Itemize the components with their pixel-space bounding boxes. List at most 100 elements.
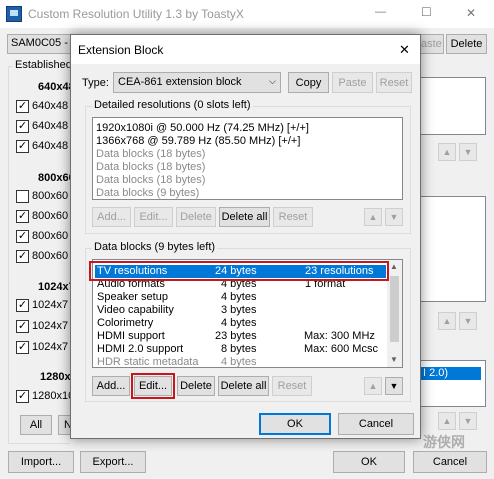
data-block-row[interactable]: HDR static metadata 4 bytes bbox=[93, 356, 402, 369]
right-down-icon-1[interactable]: ▼ bbox=[459, 143, 477, 161]
detailed-edit-button[interactable]: Edit... bbox=[134, 207, 173, 227]
detailed-item-5: Data blocks (18 bytes) bbox=[96, 174, 206, 186]
checkbox-1024-3[interactable]: ✓ bbox=[16, 341, 29, 354]
checkbox-label-800-3: 800x60 bbox=[32, 230, 69, 242]
scroll-up-icon[interactable]: ▲ bbox=[390, 262, 398, 271]
right-list-1[interactable] bbox=[421, 77, 486, 135]
right-up-icon-1[interactable]: ▲ bbox=[438, 143, 456, 161]
data-blocks-add-button[interactable]: Add... bbox=[92, 376, 130, 396]
detailed-item-3: Data blocks (18 bytes) bbox=[96, 148, 206, 160]
detailed-delete-button[interactable]: Delete bbox=[176, 207, 216, 227]
main-delete-button[interactable]: Delete bbox=[446, 34, 487, 54]
import-button[interactable]: Import... bbox=[8, 451, 74, 473]
data-block-row[interactable]: Video capability 3 bytes bbox=[93, 304, 402, 317]
detailed-add-button[interactable]: Add... bbox=[92, 207, 131, 227]
checkbox-1024-1[interactable]: ✓ bbox=[16, 299, 29, 312]
checkbox-640-2[interactable]: ✓ bbox=[16, 120, 29, 133]
list-item[interactable]: Data blocks (18 bytes) bbox=[93, 161, 402, 174]
data-block-bytes: 4 bytes bbox=[221, 356, 257, 368]
close-window-icon[interactable]: ✕ bbox=[466, 6, 476, 20]
checkbox-640-1[interactable]: ✓ bbox=[16, 100, 29, 113]
established-label: Established bbox=[13, 59, 74, 71]
checkbox-label-1024-3: 1024x7 bbox=[32, 341, 69, 353]
main-cancel-button[interactable]: Cancel bbox=[413, 451, 487, 473]
right-list-3[interactable]: I 2.0) bbox=[421, 360, 486, 407]
main-window-title: Custom Resolution Utility 1.3 by ToastyX bbox=[28, 7, 244, 21]
list-item[interactable]: Data blocks (18 bytes) bbox=[93, 148, 402, 161]
checkbox-label-1280-1: 1280x10 bbox=[32, 390, 75, 402]
detailed-item-1: 1920x1080i @ 50.000 Hz (74.25 MHz) [+/+] bbox=[96, 122, 309, 134]
export-button[interactable]: Export... bbox=[80, 451, 146, 473]
detailed-resolutions-title: Detailed resolutions (0 slots left) bbox=[92, 99, 253, 111]
scroll-thumb[interactable] bbox=[390, 276, 399, 342]
all-button[interactable]: All bbox=[20, 415, 52, 435]
data-block-info: Max: 300 MHz bbox=[304, 330, 375, 342]
detailed-item-6: Data blocks (9 bytes) bbox=[96, 187, 200, 199]
detailed-reset-button[interactable]: Reset bbox=[273, 207, 313, 227]
data-blocks-down-icon[interactable]: ▼ bbox=[385, 377, 403, 395]
right-down-icon-3[interactable]: ▼ bbox=[459, 412, 477, 430]
chevron-down-icon: ⌵ bbox=[269, 76, 276, 86]
data-blocks-delete-button[interactable]: Delete bbox=[177, 376, 215, 396]
right-list-selected-text: I 2.0) bbox=[423, 367, 449, 379]
data-block-bytes: 3 bytes bbox=[221, 304, 257, 316]
list-item[interactable]: Data blocks (9 bytes) bbox=[93, 187, 402, 200]
data-block-name: Speaker setup bbox=[97, 291, 168, 303]
monitor-select-value: SAM0C05 - S bbox=[11, 37, 73, 49]
data-block-row[interactable]: Speaker setup 4 bytes bbox=[93, 291, 402, 304]
copy-button[interactable]: Copy bbox=[288, 72, 329, 93]
detailed-up-icon[interactable]: ▲ bbox=[364, 208, 382, 226]
detailed-delete-all-button[interactable]: Delete all bbox=[219, 207, 270, 227]
app-icon bbox=[6, 6, 22, 22]
checkbox-label-640-1: 640x48 bbox=[32, 100, 69, 112]
checkbox-1280-1[interactable]: ✓ bbox=[16, 390, 29, 403]
paste-button[interactable]: Paste bbox=[332, 72, 373, 93]
detailed-resolutions-list[interactable]: 1920x1080i @ 50.000 Hz (74.25 MHz) [+/+]… bbox=[92, 117, 403, 200]
data-blocks-scrollbar[interactable]: ▲ ▼ bbox=[387, 260, 402, 367]
data-blocks-title: Data blocks (9 bytes left) bbox=[92, 241, 218, 253]
data-block-row[interactable]: HDMI support 23 bytes Max: 300 MHz bbox=[93, 330, 402, 343]
dialog-close-icon[interactable]: ✕ bbox=[399, 42, 410, 58]
list-item[interactable]: 1366x768 @ 59.789 Hz (85.50 MHz) [+/+] bbox=[93, 135, 402, 148]
watermark-logo: 游侠网 bbox=[423, 434, 465, 450]
checkbox-800-2[interactable]: ✓ bbox=[16, 210, 29, 223]
list-item[interactable]: Data blocks (18 bytes) bbox=[93, 174, 402, 187]
checkbox-label-800-4: 800x60 bbox=[32, 250, 69, 262]
data-blocks-delete-all-button[interactable]: Delete all bbox=[218, 376, 269, 396]
right-up-icon-2[interactable]: ▲ bbox=[438, 312, 456, 330]
dialog-ok-button[interactable]: OK bbox=[259, 413, 331, 435]
monitor-select[interactable]: SAM0C05 - S bbox=[7, 34, 73, 54]
checkbox-800-4[interactable]: ✓ bbox=[16, 250, 29, 263]
data-block-name: HDMI 2.0 support bbox=[97, 343, 184, 355]
maximize-icon[interactable]: ☐ bbox=[421, 5, 432, 19]
data-blocks-up-icon[interactable]: ▲ bbox=[364, 377, 382, 395]
checkbox-1024-2[interactable]: ✓ bbox=[16, 320, 29, 333]
minimize-icon[interactable]: — bbox=[375, 6, 386, 18]
checkbox-800-3[interactable]: ✓ bbox=[16, 230, 29, 243]
right-list-2[interactable] bbox=[421, 196, 486, 302]
type-select[interactable]: CEA-861 extension block ⌵ bbox=[113, 72, 281, 93]
list-item[interactable]: 1920x1080i @ 50.000 Hz (74.25 MHz) [+/+] bbox=[93, 122, 402, 135]
main-ok-button[interactable]: OK bbox=[333, 451, 405, 473]
data-block-name: HDR static metadata bbox=[97, 356, 199, 368]
extension-block-dialog: Extension Block ✕ Type: CEA-861 extensio… bbox=[70, 34, 421, 439]
checkbox-label-800-1: 800x60 bbox=[32, 190, 69, 202]
checkbox-640-3[interactable]: ✓ bbox=[16, 140, 29, 153]
dialog-cancel-button[interactable]: Cancel bbox=[338, 413, 414, 435]
dialog-title: Extension Block bbox=[78, 43, 164, 57]
right-list-selected-item[interactable]: I 2.0) bbox=[421, 367, 481, 380]
data-blocks-reset-button[interactable]: Reset bbox=[272, 376, 312, 396]
data-block-row[interactable]: HDMI 2.0 support 8 bytes Max: 600 Mcsc bbox=[93, 343, 402, 356]
scroll-down-icon[interactable]: ▼ bbox=[390, 355, 398, 364]
checkbox-800-1[interactable] bbox=[16, 190, 29, 203]
detailed-item-4: Data blocks (18 bytes) bbox=[96, 161, 206, 173]
main-paste-button[interactable]: aste bbox=[418, 34, 444, 54]
detailed-down-icon[interactable]: ▼ bbox=[385, 208, 403, 226]
data-block-name: HDMI support bbox=[97, 330, 165, 342]
data-block-row[interactable]: Colorimetry 4 bytes bbox=[93, 317, 402, 330]
detailed-item-2: 1366x768 @ 59.789 Hz (85.50 MHz) [+/+] bbox=[96, 135, 301, 147]
right-up-icon-3[interactable]: ▲ bbox=[438, 412, 456, 430]
reset-button[interactable]: Reset bbox=[376, 72, 412, 93]
right-down-icon-2[interactable]: ▼ bbox=[459, 312, 477, 330]
data-block-bytes: 4 bytes bbox=[221, 291, 257, 303]
